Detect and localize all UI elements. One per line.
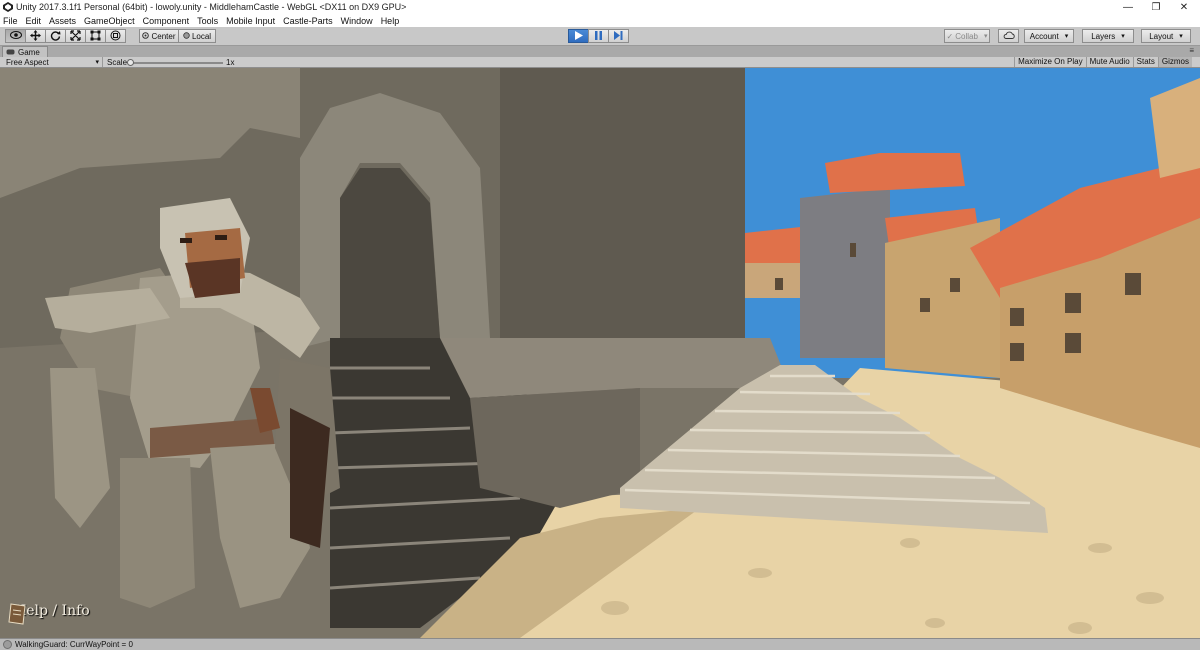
status-message[interactable]: WalkingGuard: CurrWayPoint = 0 [15,640,133,649]
menu-gameobject[interactable]: GameObject [84,16,135,26]
menu-assets[interactable]: Assets [49,16,76,26]
scale-slider-thumb[interactable] [127,59,134,66]
game-controller-icon [6,48,15,57]
status-bar: WalkingGuard: CurrWayPoint = 0 [0,638,1200,650]
pivot-local-label: Local [191,31,212,41]
move-icon [30,29,41,43]
cloud-group [998,29,1019,43]
pause-button[interactable] [588,29,609,43]
account-dropdown[interactable]: Account [1024,29,1074,43]
transform-icon [110,30,121,43]
game-viewport[interactable]: Help / Info [0,68,1200,638]
tab-game[interactable]: Game [2,46,48,57]
info-icon [3,640,12,649]
scale-label: Scale [107,58,128,67]
collab-group: ✓ Collab [944,29,990,43]
aspect-dropdown[interactable]: Free Aspect ▾ [0,57,103,67]
pivot-center-button[interactable]: Center [139,29,179,43]
layers-group: Layers [1082,29,1134,43]
aspect-label: Free Aspect [6,57,49,67]
transform-tools [5,29,126,43]
scale-icon [70,29,81,43]
step-button[interactable] [608,29,629,43]
menu-edit[interactable]: Edit [26,16,42,26]
move-tool-button[interactable] [25,29,46,43]
account-group: Account [1024,29,1074,43]
main-toolbar: Center Local ✓ Collab Account [0,27,1200,46]
gizmos-dropdown[interactable]: Gizmos [1157,57,1192,67]
rotate-tool-button[interactable] [45,29,66,43]
tab-menu-icon[interactable]: ≡ [1189,46,1194,55]
collab-check-icon: ✓ [946,31,954,41]
game-scene [0,68,1200,638]
pivot-icon [142,31,150,41]
menu-window[interactable]: Window [341,16,373,26]
layers-dropdown[interactable]: Layers [1082,29,1134,43]
scale-value: 1x [226,58,235,67]
help-info-overlay[interactable]: Help / Info [8,603,90,625]
playmode-controls [568,29,629,43]
pivot-local-button[interactable]: Local [178,29,216,43]
mute-audio-toggle[interactable]: Mute Audio [1085,57,1133,67]
tab-bar: Game ≡ [0,46,1200,57]
cloud-button[interactable] [998,29,1019,43]
maximize-button[interactable]: ❐ [1142,0,1170,14]
window-title: Unity 2017.3.1f1 Personal (64bit) - lowo… [16,2,407,12]
chevron-down-icon: ▾ [95,59,99,66]
maximize-on-play-toggle[interactable]: Maximize On Play [1014,57,1085,67]
cloud-icon [1003,31,1015,41]
transform-tool-button[interactable] [105,29,126,43]
account-label: Account [1029,31,1059,41]
game-view-toolbar: Free Aspect ▾ Scale 1x Maximize On Play … [0,57,1200,68]
menu-bar: File Edit Assets GameObject Component To… [0,14,1200,27]
pivot-tools: Center Local [139,29,216,43]
game-view-options: Maximize On Play Mute Audio Stats Gizmos [1014,57,1192,67]
layout-dropdown[interactable]: Layout [1141,29,1191,43]
title-bar: Unity 2017.3.1f1 Personal (64bit) - lowo… [0,0,1200,14]
eye-icon [9,31,22,41]
step-icon [614,30,623,42]
menu-component[interactable]: Component [143,16,190,26]
grey-tower [800,188,890,358]
scale-tool-button[interactable] [65,29,86,43]
minimize-button[interactable]: — [1114,0,1142,14]
pause-icon [594,30,603,42]
central-steps-top [440,338,790,398]
central-steps-face [470,388,640,508]
play-button[interactable] [568,29,589,43]
collab-label: Collab [955,31,978,41]
collab-dropdown[interactable]: ✓ Collab [944,29,990,43]
unity-logo-icon [3,2,13,12]
view-tool-button[interactable] [5,29,26,43]
rotate-icon [50,30,61,43]
local-space-icon [183,31,190,41]
stats-toggle[interactable]: Stats [1132,57,1158,67]
menu-mobile-input[interactable]: Mobile Input [226,16,275,26]
menu-tools[interactable]: Tools [197,16,218,26]
layers-label: Layers [1091,31,1116,41]
layout-label: Layout [1149,31,1174,41]
play-icon [574,30,583,42]
pivot-center-label: Center [151,31,176,41]
menu-help[interactable]: Help [381,16,400,26]
menu-file[interactable]: File [3,16,18,26]
layout-group: Layout [1141,29,1191,43]
rect-tool-button[interactable] [85,29,106,43]
tab-game-label: Game [18,47,40,57]
menu-castle-parts[interactable]: Castle-Parts [283,16,333,26]
rect-transform-icon [90,30,101,43]
close-button[interactable]: ✕ [1170,0,1198,14]
castle-tower-shadow [500,68,745,343]
scale-slider-track[interactable] [128,62,223,64]
